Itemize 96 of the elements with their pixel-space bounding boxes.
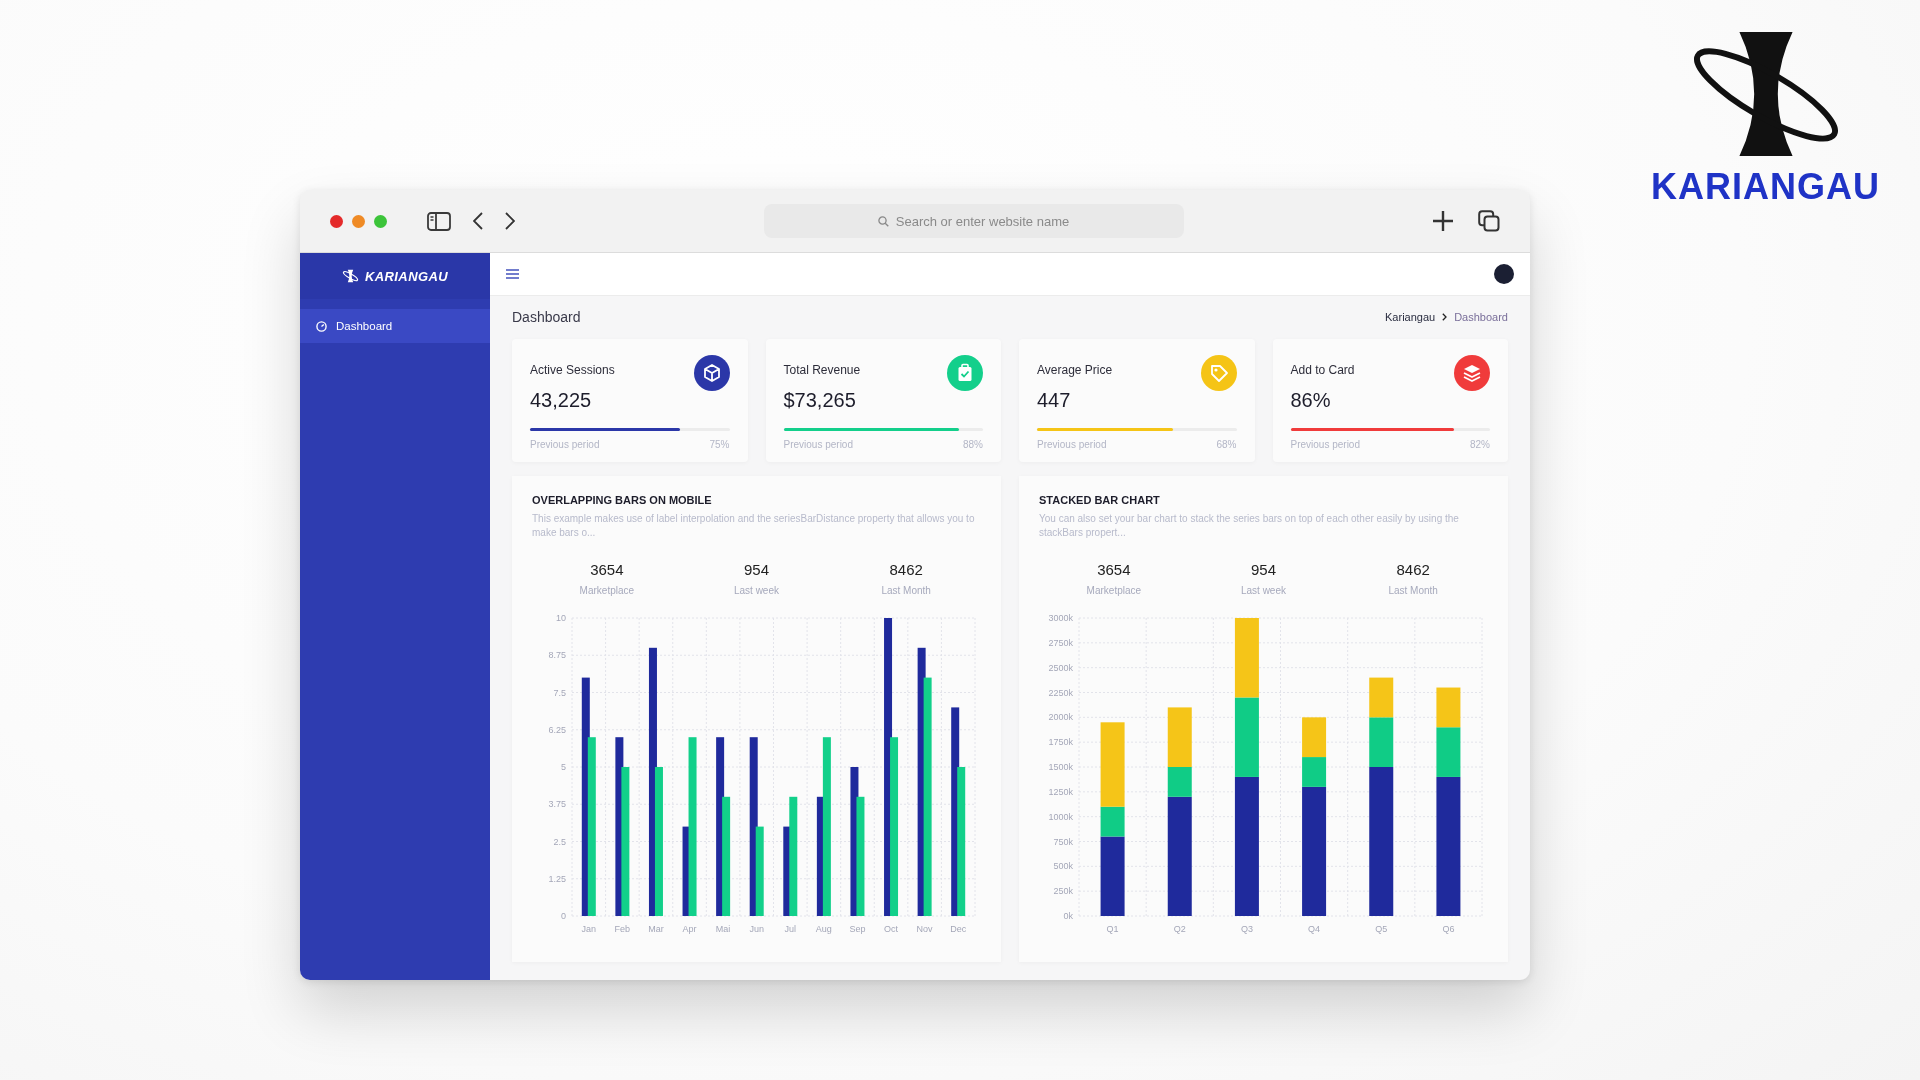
y-tick-label: 7.5 [553,687,566,698]
page-title: Dashboard [512,309,581,325]
forward-icon[interactable] [505,212,515,230]
y-tick-label: 6.25 [548,724,566,735]
y-tick-label: 3.75 [548,799,566,810]
card-percent: 88% [963,439,983,450]
x-axis-label: Q3 [1240,924,1253,934]
bar-segment [1302,717,1327,758]
sidebar-toggle-icon[interactable] [427,211,451,231]
y-tick-label: 2.5 [553,836,566,847]
y-tick-label: 0 [561,911,566,921]
gauge-icon [316,320,327,332]
x-axis-label: Q1 [1106,924,1119,934]
y-tick-label: 2000k [1048,712,1073,723]
bar-segment [1369,677,1394,718]
plus-icon[interactable] [1432,210,1454,232]
stat-label: Last Month [1388,585,1438,596]
logo-icon [341,269,359,283]
stat-value: 3654 [590,561,624,578]
card-value: $73,265 [783,389,857,412]
card-caption: Previous period [530,439,600,450]
y-tick-label: 1500k [1048,762,1073,772]
y-tick-label: 1250k [1048,786,1073,797]
stat-value: 8462 [889,561,923,578]
back-icon[interactable] [473,212,483,230]
brand-name: KARIANGAU [364,268,448,284]
address-field[interactable]: Search or enter website name [763,204,1184,238]
x-axis-label: Apr [682,924,697,934]
card-caption: Previous period [783,439,853,450]
stat-value: 3654 [1097,561,1131,578]
stat-value: 8462 [1396,561,1430,578]
close-dot-icon[interactable] [330,214,343,228]
sidebar-item[interactable]: Dashboard [300,309,490,343]
brand-wordmark: KARIANGAU [1651,166,1880,208]
chart-title: OVERLAPPING BARS ON MOBILE [532,494,713,506]
x-axis-label: Q5 [1375,924,1388,934]
stat-value: 954 [1250,561,1276,578]
breadcrumb-current: Dashboard [1454,311,1508,323]
stat-label: Marketplace [1086,585,1142,596]
x-axis-label: Dec [950,924,967,934]
chart-description: This example makes use of label interpolation and the seriesBarDistance property that allows you to make bars o... [532,512,976,539]
y-tick-label: 1750k [1048,737,1073,748]
y-tick-label: 500k [1053,861,1073,872]
y-tick-label: 3000k [1048,613,1073,623]
chevron-right-icon [1442,313,1448,321]
x-axis-label: Sep [849,924,866,934]
stat-label: Last week [733,585,779,596]
x-axis-label: Oct [884,924,899,934]
x-axis-label: Jul [784,924,797,934]
y-tick-label: 8.75 [548,650,566,661]
y-tick-label: 0k [1063,911,1073,921]
x-axis-label: Mai [715,924,731,934]
card-title: Average Price [1037,363,1113,377]
menu-icon[interactable] [506,269,519,279]
x-axis-label: Nov [916,924,933,934]
card-value: 447 [1037,389,1072,412]
y-tick-label: 2750k [1048,637,1073,648]
card-percent: 75% [709,439,730,450]
y-tick-label: 2500k [1048,662,1073,673]
x-axis-label: Q2 [1173,924,1186,934]
card-caption: Previous period [1290,439,1360,450]
x-axis-label: Feb [614,924,631,934]
x-axis-label: Q6 [1442,924,1455,934]
y-tick-label: 10 [556,613,566,623]
card-value: 43,225 [530,389,593,412]
x-axis-label: Jun [749,924,764,934]
y-tick-label: 5 [561,762,566,772]
stat-label: Last week [1240,585,1286,596]
search-icon [877,216,889,227]
breadcrumb-link[interactable]: Kariangau [1385,311,1436,323]
card-value: 86% [1290,389,1332,412]
y-tick-label: 1.25 [548,873,566,884]
card-title: Total Revenue [783,363,861,377]
x-axis-label: Aug [815,924,832,934]
card-percent: 68% [1216,439,1237,450]
stat-value: 954 [743,561,769,578]
y-tick-label: 750k [1053,836,1073,847]
zoom-dot-icon[interactable] [374,214,387,228]
card-caption: Previous period [1037,439,1107,450]
x-axis-label: Q4 [1308,924,1321,934]
stat-label: Marketplace [579,585,635,596]
chart-title: STACKED BAR CHART [1039,494,1161,506]
x-axis-label: Mar [648,924,664,934]
minimize-dot-icon[interactable] [352,214,365,228]
card-percent: 82% [1470,439,1490,450]
card-title: Add to Card [1290,363,1355,377]
x-axis-label: Jan [581,924,597,934]
bar-segment [1436,687,1461,728]
y-tick-label: 1000k [1048,811,1073,822]
chart-description: You can also set your bar chart to stack the series bars on top of each other easily by using the stackBars propert... [1039,512,1460,539]
stat-label: Last Month [881,585,931,596]
y-tick-label: 250k [1053,886,1073,897]
y-tick-label: 2250k [1048,687,1073,698]
card-title: Active Sessions [530,363,615,377]
tabs-icon[interactable] [1478,210,1500,232]
avatar-icon[interactable] [1494,264,1514,284]
